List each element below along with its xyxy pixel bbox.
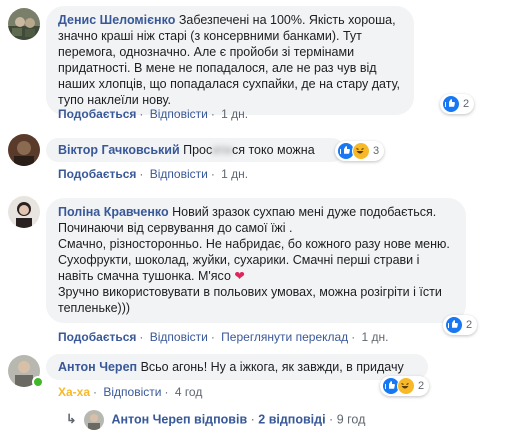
comment-actions: Ха-ха · Відповісти · 4 год bbox=[58, 385, 203, 399]
avatar[interactable] bbox=[8, 8, 40, 40]
comment-text: Забезпечені на 100%. Якість хороша, знач… bbox=[58, 13, 404, 107]
avatar[interactable] bbox=[8, 134, 40, 166]
avatar bbox=[83, 410, 104, 430]
like-link[interactable]: Подобається bbox=[58, 330, 136, 344]
reaction-count: 2 bbox=[463, 98, 470, 110]
reply-dot-2: · bbox=[329, 412, 334, 427]
comment-text-blurred: ити bbox=[212, 143, 232, 157]
commenter-name[interactable]: Поліна Кравченко bbox=[58, 205, 169, 219]
timestamp[interactable]: 1 дн. bbox=[362, 330, 389, 344]
like-link[interactable]: Подобається bbox=[58, 107, 136, 121]
comment-bubble: Віктор Гачковський Проситися токо можна bbox=[46, 138, 344, 162]
view-replies-link[interactable]: ↳ Антон Череп відповів · 2 відповіді · 9… bbox=[66, 410, 365, 430]
timestamp[interactable]: 4 год bbox=[175, 385, 203, 399]
reaction-badge[interactable]: 2 bbox=[380, 376, 430, 396]
reply-dot: · bbox=[250, 412, 255, 427]
reply-link[interactable]: Відповісти bbox=[150, 330, 208, 344]
haha-icon bbox=[397, 377, 415, 395]
reply-verb: відповів bbox=[194, 412, 248, 427]
comment-text: Всьо агонь! Ну а іжкога, як завжди, в пр… bbox=[140, 360, 404, 374]
reaction-badge[interactable]: 2 bbox=[443, 315, 478, 335]
comment-actions: Подобається · Відповісти · Переглянути пер… bbox=[58, 330, 389, 344]
commenter-name[interactable]: Денис Шеломієнко bbox=[58, 13, 175, 27]
comment-bubble: Денис Шеломієнко Забезпечені на 100%. Як… bbox=[46, 6, 414, 115]
online-status-dot bbox=[32, 376, 44, 388]
commenter-name[interactable]: Антон Череп bbox=[58, 360, 137, 374]
comment-text-end: ся токо можна bbox=[231, 143, 315, 157]
reaction-count: 2 bbox=[418, 380, 425, 392]
reply-link[interactable]: Відповісти bbox=[150, 107, 208, 121]
reply-link[interactable]: Відповісти bbox=[150, 167, 208, 181]
like-link[interactable]: Подобається bbox=[58, 167, 136, 181]
reaction-count: 2 bbox=[466, 319, 473, 331]
reply-arrow-icon: ↳ bbox=[66, 412, 77, 427]
reply-author: Антон Череп bbox=[111, 412, 191, 427]
timestamp[interactable]: 1 дн. bbox=[221, 167, 248, 181]
reply-count: 2 відповіді bbox=[258, 412, 326, 427]
avatar[interactable] bbox=[8, 196, 40, 228]
comment-bubble: Антон Череп Всьо агонь! Ну а іжкога, як … bbox=[46, 354, 428, 380]
translate-link[interactable]: Переглянути переклад bbox=[221, 330, 348, 344]
comment-text-start: Прос bbox=[183, 143, 213, 157]
comment-actions: Подобається · Відповісти · 1 дн. bbox=[58, 167, 249, 181]
timestamp[interactable]: 1 дн. bbox=[221, 107, 248, 121]
commenter-name[interactable]: Віктор Гачковський bbox=[58, 143, 180, 157]
like-icon bbox=[445, 316, 463, 334]
reply-link[interactable]: Відповісти bbox=[103, 385, 161, 399]
like-icon bbox=[442, 95, 460, 113]
reaction-count: 3 bbox=[373, 145, 380, 157]
haha-reaction-link[interactable]: Ха-ха bbox=[58, 385, 90, 399]
reaction-badge[interactable]: 2 bbox=[440, 94, 475, 114]
comment-text-2: Зручно використовувати в польових умовах… bbox=[58, 285, 446, 315]
comment-bubble: Поліна Кравченко Новий зразок сухпаю мен… bbox=[46, 198, 466, 323]
haha-icon bbox=[352, 142, 370, 160]
heart-emoji-icon: ❤ bbox=[234, 269, 245, 283]
reaction-badge[interactable]: 3 bbox=[335, 141, 385, 161]
comment-actions: Подобається · Відповісти · 1 дн. bbox=[58, 107, 249, 121]
reply-time: 9 год bbox=[336, 412, 366, 427]
